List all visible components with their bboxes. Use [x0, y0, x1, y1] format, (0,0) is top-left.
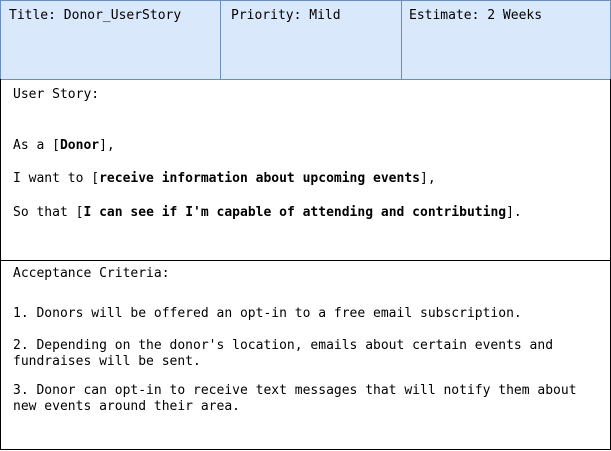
story-benefit-line: So that [I can see if I'm capable of att…	[13, 205, 522, 221]
story-benefit: I can see if I'm capable of attending an…	[83, 205, 507, 220]
criteria-item-1: 1. Donors will be offered an opt-in to a…	[13, 306, 522, 321]
user-story-section: User Story: As a [Donor], I want to [rec…	[0, 79, 611, 261]
story-role: Donor	[59, 138, 100, 153]
story-goal-prefix: I want to [	[13, 171, 100, 186]
criteria-item-2: 2. Depending on the donor's location, em…	[13, 338, 554, 369]
story-goal: receive information about upcoming event…	[99, 171, 420, 186]
priority-text: Priority: Mild	[231, 8, 341, 23]
story-benefit-suffix: ].	[506, 205, 522, 220]
acceptance-criteria-heading: Acceptance Criteria:	[13, 266, 170, 281]
story-role-prefix: As a [	[13, 138, 60, 153]
title-cell: Title: Donor_UserStory	[1, 1, 221, 79]
priority-cell: Priority: Mild	[221, 1, 402, 79]
estimate-cell: Estimate: 2 Weeks	[402, 1, 610, 79]
estimate-text: Estimate: 2 Weeks	[409, 8, 543, 23]
story-goal-suffix: ],	[420, 171, 436, 186]
criteria-item-3: 3. Donor can opt-in to receive text mess…	[13, 383, 577, 414]
card-header: Title: Donor_UserStory Priority: Mild Es…	[0, 0, 611, 80]
acceptance-criteria-section: Acceptance Criteria: 1. Donors will be o…	[0, 261, 611, 450]
title-text: Title: Donor_UserStory	[9, 8, 182, 23]
story-goal-line: I want to [receive information about upc…	[13, 171, 436, 187]
user-story-card: Title: Donor_UserStory Priority: Mild Es…	[0, 0, 611, 451]
story-role-suffix: ],	[99, 138, 115, 153]
user-story-heading: User Story:	[13, 87, 100, 102]
story-role-line: As a [Donor],	[13, 138, 115, 154]
story-benefit-prefix: So that [	[13, 205, 84, 220]
